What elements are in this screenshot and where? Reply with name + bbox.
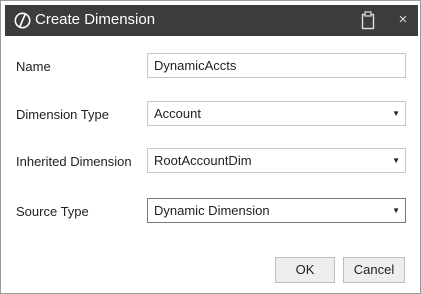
ok-button[interactable]: OK [275, 257, 335, 283]
name-field-value: DynamicAccts [154, 58, 237, 73]
chevron-down-icon: ▼ [392, 156, 400, 165]
dimension-type-label: Dimension Type [16, 107, 109, 122]
close-icon[interactable]: × [396, 12, 410, 28]
inherited-dimension-select[interactable]: RootAccountDim ▼ [147, 148, 406, 173]
oracle-logo-icon [14, 12, 31, 29]
source-type-label: Source Type [16, 204, 89, 219]
clipboard-icon[interactable] [361, 11, 375, 30]
dimension-type-value: Account [154, 106, 201, 121]
name-label: Name [16, 59, 51, 74]
cancel-button[interactable]: Cancel [343, 257, 405, 283]
inherited-dimension-value: RootAccountDim [154, 153, 252, 168]
chevron-down-icon: ▼ [392, 206, 400, 215]
create-dimension-dialog: Create Dimension × Name DynamicAccts Dim… [0, 0, 421, 294]
source-type-value: Dynamic Dimension [154, 203, 270, 218]
dialog-title: Create Dimension [35, 11, 156, 28]
name-field[interactable]: DynamicAccts [147, 53, 406, 78]
source-type-select[interactable]: Dynamic Dimension ▼ [147, 198, 406, 223]
inherited-dimension-label: Inherited Dimension [16, 154, 132, 169]
title-bar: Create Dimension × [5, 5, 418, 36]
dimension-type-select[interactable]: Account ▼ [147, 101, 406, 126]
chevron-down-icon: ▼ [392, 109, 400, 118]
